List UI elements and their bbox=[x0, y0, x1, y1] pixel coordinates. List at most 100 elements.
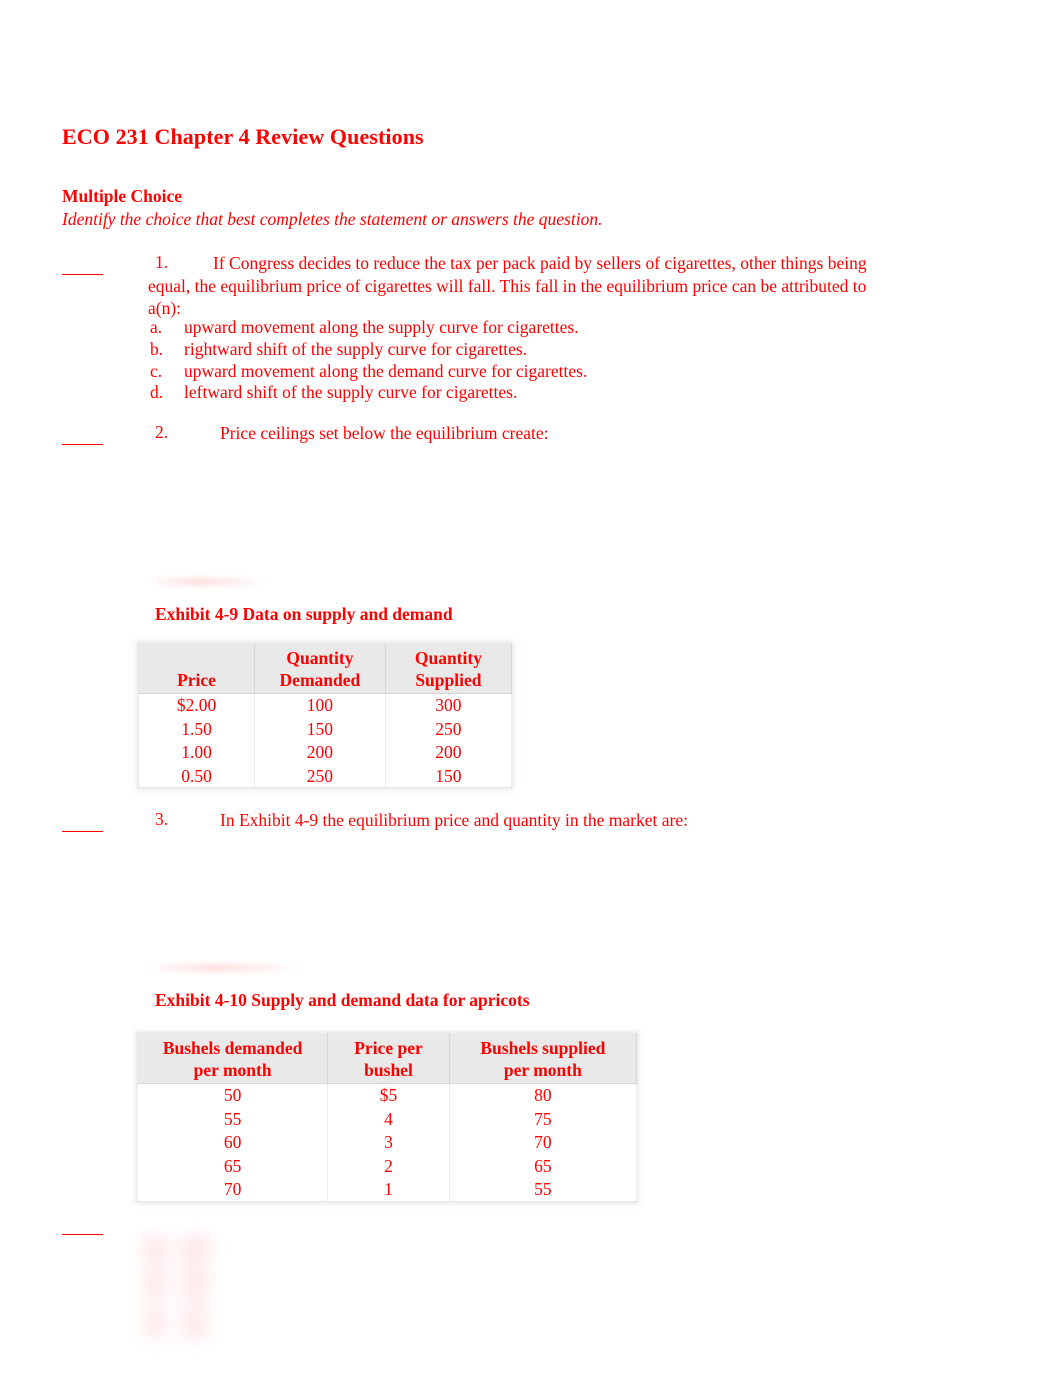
option-1-c[interactable]: c. upward movement along the demand curve… bbox=[150, 361, 587, 383]
table-row: 1.50 150 250 bbox=[138, 717, 513, 741]
document-page: ECO 231 Chapter 4 Review Questions Multi… bbox=[0, 0, 1062, 1377]
cell-quantity-supplied: 250 bbox=[384, 717, 513, 741]
faded-artifact-above-exhibit-4-9 bbox=[148, 578, 268, 586]
option-1-a[interactable]: a. upward movement along the supply curve… bbox=[150, 317, 587, 339]
header-line-1: Bushels demanded bbox=[162, 1038, 303, 1058]
cell-bushels-demanded: 65 bbox=[136, 1154, 329, 1178]
question-stem-3: In Exhibit 4-9 the equilibrium price and… bbox=[220, 810, 688, 830]
option-1-b[interactable]: b. rightward shift of the supply curve fo… bbox=[150, 339, 587, 361]
faded-table-artifact-bottom bbox=[140, 1238, 218, 1343]
header-line-2: bushel bbox=[364, 1060, 413, 1080]
table-header-4-9: Price Quantity Demanded Quantity Supplie… bbox=[138, 643, 513, 694]
cell-bushels-demanded: 50 bbox=[136, 1083, 329, 1107]
page-title: ECO 231 Chapter 4 Review Questions bbox=[62, 124, 424, 149]
header-line-2: per month bbox=[503, 1060, 582, 1080]
table-row: 55 4 75 bbox=[136, 1107, 638, 1131]
table-body-4-9: $2.00 100 300 1.50 150 250 1.00 200 200 … bbox=[138, 693, 513, 788]
option-letter: a. bbox=[150, 317, 163, 337]
cell-price: 1.50 bbox=[138, 717, 255, 741]
cell-price-per-bushel: 3 bbox=[327, 1130, 450, 1154]
table-body-4-10: 50 $5 80 55 4 75 60 3 70 65 2 65 70 1 55 bbox=[136, 1083, 638, 1202]
header-line-1: Bushels supplied bbox=[480, 1038, 606, 1058]
faded-artifact-above-exhibit-4-10 bbox=[148, 964, 303, 972]
answer-blank-q4[interactable] bbox=[62, 1234, 103, 1235]
column-header-quantity-supplied: Quantity Supplied bbox=[384, 643, 513, 694]
header-line-2: per month bbox=[193, 1060, 272, 1080]
cell-quantity-demanded: 250 bbox=[254, 764, 386, 788]
option-text: rightward shift of the supply curve for … bbox=[184, 338, 528, 359]
column-header-price-per-bushel: Price per bushel bbox=[327, 1033, 450, 1084]
header-line-2: Supplied bbox=[415, 670, 482, 690]
cell-price-per-bushel: $5 bbox=[327, 1083, 450, 1107]
question-stem-2: Price ceilings set below the equilibrium… bbox=[220, 423, 549, 443]
table-row: 1.00 200 200 bbox=[138, 740, 513, 764]
cell-bushels-supplied: 55 bbox=[448, 1177, 638, 1202]
cell-bushels-supplied: 65 bbox=[448, 1154, 638, 1178]
table-row: 50 $5 80 bbox=[136, 1083, 638, 1107]
exhibit-table-4-10: Bushels demanded per month Price per bus… bbox=[136, 1033, 638, 1202]
exhibit-table-wrapper-4-10: Bushels demanded per month Price per bus… bbox=[136, 1033, 638, 1202]
cell-bushels-demanded: 70 bbox=[136, 1177, 329, 1202]
cell-quantity-supplied: 300 bbox=[384, 693, 513, 717]
table-header-4-10: Bushels demanded per month Price per bus… bbox=[136, 1033, 638, 1084]
column-header-bushels-supplied: Bushels supplied per month bbox=[448, 1033, 638, 1084]
answer-blank-q1[interactable] bbox=[62, 274, 103, 275]
cell-quantity-supplied: 150 bbox=[384, 764, 513, 788]
question-number-3: 3. bbox=[155, 809, 169, 829]
cell-price: 1.00 bbox=[138, 740, 255, 764]
exhibit-table-4-9: Price Quantity Demanded Quantity Supplie… bbox=[138, 643, 513, 788]
table-row: 70 1 55 bbox=[136, 1177, 638, 1202]
cell-bushels-supplied: 80 bbox=[448, 1083, 638, 1107]
option-letter: d. bbox=[150, 382, 164, 403]
section-instruction: Identify the choice that best completes … bbox=[62, 209, 603, 229]
cell-quantity-demanded: 200 bbox=[254, 740, 386, 764]
option-text: leftward shift of the supply curve for c… bbox=[184, 382, 518, 403]
cell-bushels-supplied: 70 bbox=[448, 1130, 638, 1154]
header-line-1: Quantity bbox=[414, 648, 482, 668]
section-heading-multiple-choice: Multiple Choice bbox=[62, 186, 183, 206]
table-row: 65 2 65 bbox=[136, 1154, 638, 1178]
faded-artifact-column bbox=[182, 1238, 208, 1343]
question-number-2: 2. bbox=[155, 422, 169, 442]
header-line-2: Demanded bbox=[279, 670, 361, 690]
column-header-quantity-demanded: Quantity Demanded bbox=[254, 643, 386, 694]
table-header-row: Bushels demanded per month Price per bus… bbox=[136, 1033, 638, 1084]
faded-artifact-cap bbox=[140, 1238, 218, 1264]
exhibit-table-wrapper-4-9: Price Quantity Demanded Quantity Supplie… bbox=[138, 643, 513, 788]
question-options-1: a. upward movement along the supply curve… bbox=[150, 317, 587, 404]
header-line-1 bbox=[149, 647, 244, 669]
cell-price: 0.50 bbox=[138, 764, 255, 788]
column-header-bushels-demanded: Bushels demanded per month bbox=[136, 1033, 329, 1084]
table-row: 0.50 250 150 bbox=[138, 764, 513, 788]
question-stem-1: If Congress decides to reduce the tax pe… bbox=[148, 253, 867, 318]
exhibit-title-4-9: Exhibit 4-9 Data on supply and demand bbox=[155, 604, 453, 624]
header-line-2: Price bbox=[177, 670, 216, 690]
cell-quantity-demanded: 150 bbox=[254, 717, 386, 741]
cell-bushels-supplied: 75 bbox=[448, 1107, 638, 1131]
cell-bushels-demanded: 60 bbox=[136, 1130, 329, 1154]
cell-price-per-bushel: 4 bbox=[327, 1107, 450, 1131]
option-letter: b. bbox=[150, 338, 164, 359]
header-line-1: Price per bbox=[354, 1038, 423, 1058]
cell-quantity-demanded: 100 bbox=[254, 693, 386, 717]
faded-artifact-above-exhibit-4-10-secondary bbox=[152, 964, 297, 971]
header-line-1: Quantity bbox=[286, 648, 354, 668]
answer-blank-q2[interactable] bbox=[62, 444, 103, 445]
answer-blank-q3[interactable] bbox=[62, 831, 103, 832]
table-row: 60 3 70 bbox=[136, 1130, 638, 1154]
faded-artifact-column bbox=[144, 1238, 166, 1343]
column-header-price: Price bbox=[138, 643, 255, 694]
cell-quantity-supplied: 200 bbox=[384, 740, 513, 764]
cell-bushels-demanded: 55 bbox=[136, 1107, 329, 1131]
cell-price-per-bushel: 2 bbox=[327, 1154, 450, 1178]
faded-artifact-above-exhibit-4-9-secondary bbox=[150, 578, 265, 585]
exhibit-title-4-10: Exhibit 4-10 Supply and demand data for … bbox=[155, 990, 530, 1010]
option-text: upward movement along the supply curve f… bbox=[184, 317, 579, 337]
cell-price: $2.00 bbox=[138, 693, 255, 717]
option-text: upward movement along the demand curve f… bbox=[184, 360, 588, 381]
table-header-row: Price Quantity Demanded Quantity Supplie… bbox=[138, 643, 513, 694]
table-row: $2.00 100 300 bbox=[138, 693, 513, 717]
cell-price-per-bushel: 1 bbox=[327, 1177, 450, 1202]
option-letter: c. bbox=[150, 360, 163, 381]
option-1-d[interactable]: d. leftward shift of the supply curve for… bbox=[150, 382, 587, 404]
